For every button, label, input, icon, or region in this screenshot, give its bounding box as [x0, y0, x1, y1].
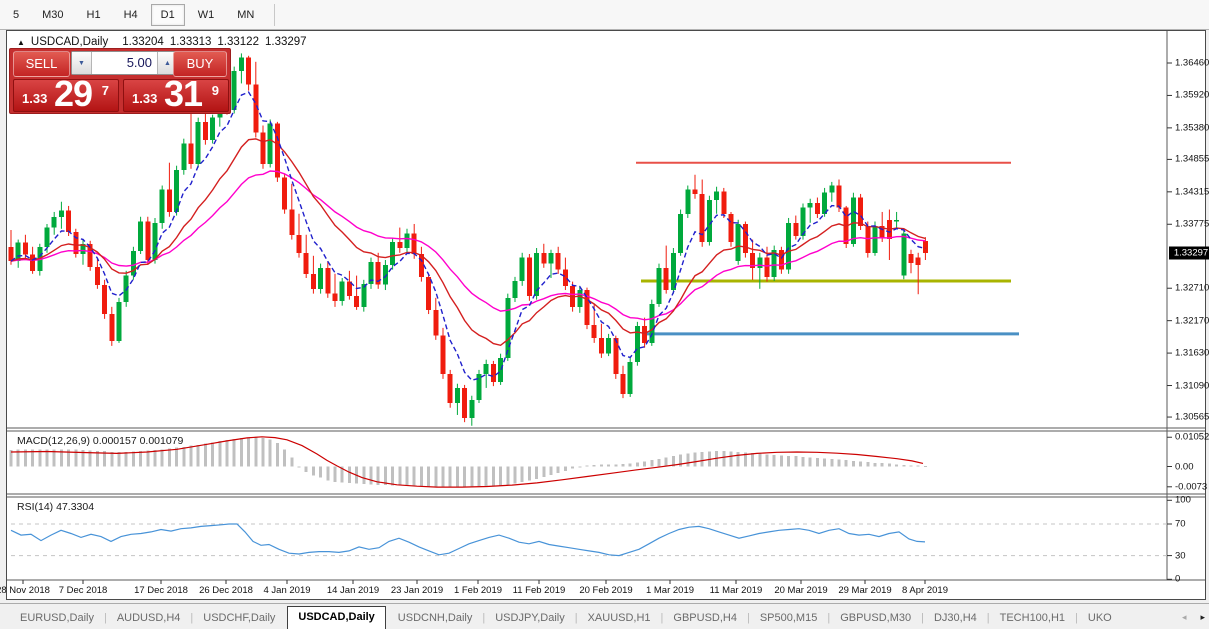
chart-canvas[interactable] — [7, 31, 1207, 599]
macd-axis-label: 0.010525 — [1175, 432, 1209, 443]
sell-price-small: 1.33 — [22, 91, 47, 106]
tab-separator: | — [921, 612, 924, 629]
date-axis-label: 20 Feb 2019 — [579, 585, 632, 596]
volume-stepper: ▼ 5.00 ▲ — [71, 51, 178, 75]
chart-symbol: USDCAD,Daily — [31, 36, 108, 48]
chevron-up-icon: ▲ — [164, 60, 171, 67]
tab-separator: | — [190, 612, 193, 629]
chart-window: ▲ USDCAD,Daily 1.33204 1.33313 1.33122 1… — [6, 30, 1206, 600]
toolbar-separator — [274, 4, 275, 26]
tab-separator: | — [575, 612, 578, 629]
macd-axis-label: -0.0073 — [1175, 481, 1209, 492]
price-axis-label: 1.34315 — [1175, 186, 1209, 197]
tab-scroll-right-icon[interactable]: ▸ — [1200, 612, 1205, 623]
ohlc-high: 1.33313 — [170, 36, 212, 48]
tab-separator: | — [1075, 612, 1078, 629]
price-axis-label: 1.36460 — [1175, 58, 1209, 69]
ohlc-close: 1.33297 — [265, 36, 307, 48]
timeframe-5[interactable]: 5 — [3, 4, 29, 26]
tab-separator: | — [747, 612, 750, 629]
price-axis-label: 1.33775 — [1175, 219, 1209, 230]
date-axis-label: 23 Jan 2019 — [391, 585, 443, 596]
timeframe-h4[interactable]: H4 — [114, 4, 148, 26]
rsi-axis-label: 0 — [1175, 574, 1209, 585]
chart-tab-usdchf[interactable]: USDCHF,Daily — [197, 608, 281, 629]
ohlc-open: 1.33204 — [122, 36, 164, 48]
chart-tabbar: EURUSD,Daily|AUDUSD,H4|USDCHF,DailyUSDCA… — [0, 603, 1209, 629]
buy-price-sup: 9 — [212, 83, 219, 98]
chart-tab-usdcad[interactable]: USDCAD,Daily — [287, 606, 385, 629]
tab-separator: | — [482, 612, 485, 629]
price-axis-label: 1.35920 — [1175, 90, 1209, 101]
chevron-down-icon: ▼ — [78, 60, 85, 67]
tab-scroll-arrows: ◂ ▸ — [1182, 612, 1205, 623]
rsi-label: RSI(14) 47.3304 — [17, 501, 94, 513]
date-axis-label: 28 Nov 2018 — [0, 585, 50, 596]
timeframe-d1[interactable]: D1 — [151, 4, 185, 26]
date-axis-label: 20 Mar 2019 — [774, 585, 827, 596]
chart-title: ▲ USDCAD,Daily 1.33204 1.33313 1.33122 1… — [17, 36, 307, 48]
tab-separator: | — [104, 612, 107, 629]
chart-tab-usdcnh[interactable]: USDCNH,Daily — [392, 608, 479, 629]
one-click-trade-panel: SELL ▼ 5.00 ▲ BUY 1.33 29 7 1.33 — [9, 48, 231, 114]
date-axis-label: 11 Mar 2019 — [710, 585, 763, 596]
date-axis-label: 1 Mar 2019 — [646, 585, 694, 596]
buy-price-small: 1.33 — [132, 91, 157, 106]
sell-price-box[interactable]: 1.33 29 7 — [13, 79, 119, 112]
timeframe-h1[interactable]: H1 — [77, 4, 111, 26]
chart-tab-eurusd[interactable]: EURUSD,Daily — [14, 608, 100, 629]
timeframe-toolbar: 5M30H1H4D1W1MN — [0, 0, 1209, 30]
timeframe-m30[interactable]: M30 — [32, 4, 73, 26]
price-axis-label: 1.30565 — [1175, 412, 1209, 423]
chart-tab-sp500[interactable]: SP500,M15 — [754, 608, 823, 629]
price-axis-label: 1.31090 — [1175, 380, 1209, 391]
current-price-badge: 1.33297 — [1169, 246, 1209, 259]
chart-tab-dj30[interactable]: DJ30,H4 — [928, 608, 983, 629]
chart-tab-usdjpy[interactable]: USDJPY,Daily — [489, 608, 571, 629]
macd-axis-label: 0.00 — [1175, 461, 1209, 472]
chart-tab-audusd[interactable]: AUDUSD,H4 — [111, 608, 187, 629]
rsi-axis-label: 70 — [1175, 519, 1209, 530]
rsi-axis-label: 100 — [1175, 495, 1209, 506]
tab-separator: | — [987, 612, 990, 629]
date-axis-label: 26 Dec 2018 — [199, 585, 253, 596]
chart-tab-uko[interactable]: UKO — [1082, 608, 1118, 629]
date-axis-label: 1 Feb 2019 — [454, 585, 502, 596]
price-axis-label: 1.32170 — [1175, 315, 1209, 326]
mt4-app: 5M30H1H4D1W1MN ▲ USDCAD,Daily 1.33204 1.… — [0, 0, 1209, 628]
rsi-axis-label: 30 — [1175, 550, 1209, 561]
date-axis-label: 17 Dec 2018 — [134, 585, 188, 596]
price-axis-label: 1.31630 — [1175, 348, 1209, 359]
ohlc-low: 1.33122 — [217, 36, 259, 48]
volume-field[interactable]: 5.00 — [92, 52, 157, 74]
macd-label: MACD(12,26,9) 0.000157 0.001079 — [17, 435, 183, 447]
tab-separator: | — [827, 612, 830, 629]
volume-down-button[interactable]: ▼ — [72, 52, 92, 74]
sell-price-big: 29 — [54, 73, 92, 115]
tab-separator: | — [661, 612, 664, 629]
sell-price-sup: 7 — [102, 83, 109, 98]
chart-tab-gbpusd[interactable]: GBPUSD,M30 — [834, 608, 917, 629]
collapse-triangle-icon[interactable]: ▲ — [17, 38, 25, 47]
date-axis-label: 11 Feb 2019 — [513, 585, 566, 596]
date-axis-label: 4 Jan 2019 — [263, 585, 310, 596]
chart-tab-xauusd[interactable]: XAUUSD,H1 — [582, 608, 657, 629]
date-axis-label: 8 Apr 2019 — [902, 585, 948, 596]
timeframe-mn[interactable]: MN — [227, 4, 264, 26]
price-axis-label: 1.34855 — [1175, 154, 1209, 165]
price-axis-label: 1.32710 — [1175, 283, 1209, 294]
buy-price-big: 31 — [164, 73, 202, 115]
price-axis-label: 1.35380 — [1175, 122, 1209, 133]
chart-tab-gbpusd[interactable]: GBPUSD,H4 — [667, 608, 743, 629]
buy-price-box[interactable]: 1.33 31 9 — [123, 79, 229, 112]
chart-tab-tech100[interactable]: TECH100,H1 — [994, 608, 1071, 629]
date-axis-label: 29 Mar 2019 — [838, 585, 891, 596]
date-axis-label: 7 Dec 2018 — [59, 585, 108, 596]
tab-scroll-left-icon[interactable]: ◂ — [1182, 612, 1187, 623]
date-axis-label: 14 Jan 2019 — [327, 585, 379, 596]
timeframe-w1[interactable]: W1 — [188, 4, 225, 26]
